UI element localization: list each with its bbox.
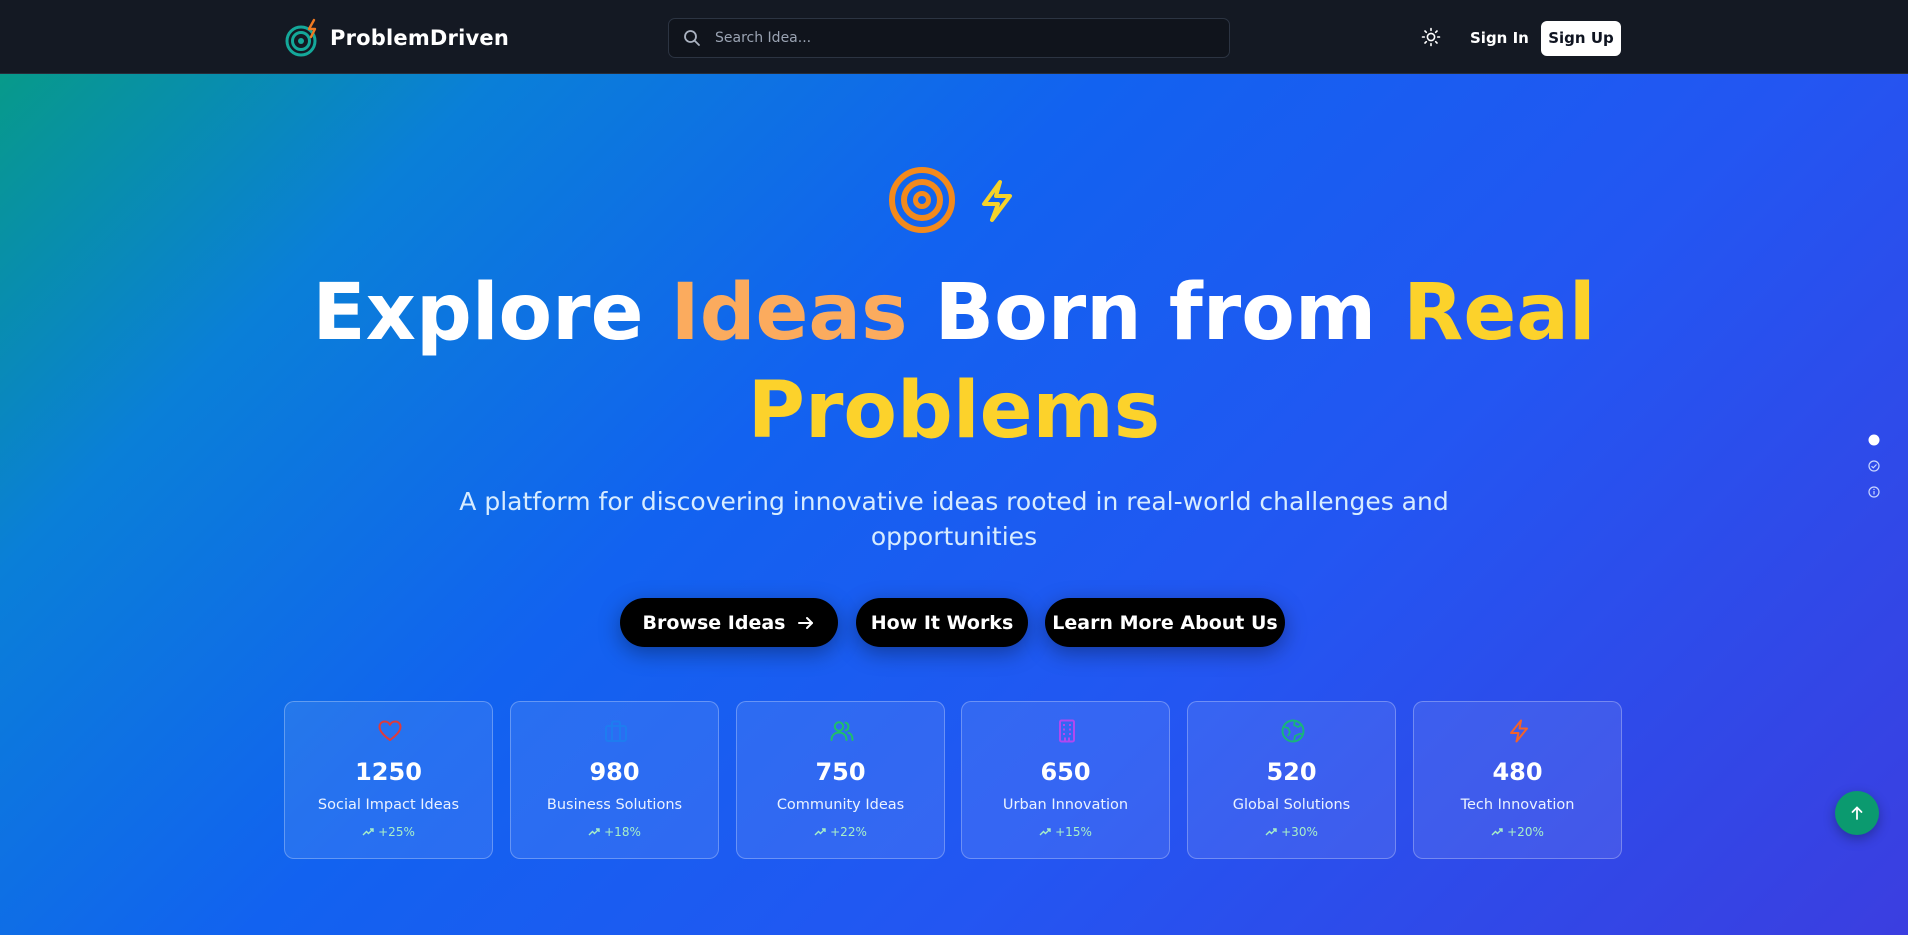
category-growth-value: +22% <box>830 825 867 839</box>
category-count: 650 <box>1040 758 1091 786</box>
category-growth-value: +20% <box>1507 825 1544 839</box>
brand-logo[interactable]: ProblemDriven <box>284 16 509 60</box>
headline-highlight-problems: Problems <box>747 366 1161 456</box>
learn-more-button[interactable]: Learn More About Us <box>1045 598 1285 647</box>
users-icon <box>830 721 854 741</box>
trending-up-icon <box>1039 828 1051 836</box>
search-icon <box>684 30 700 46</box>
category-label: Global Solutions <box>1232 797 1351 813</box>
heart-icon <box>378 720 402 741</box>
arrow-right-icon <box>798 616 814 629</box>
section-dot-active[interactable] <box>1868 434 1880 446</box>
trending-up-icon <box>362 828 374 836</box>
headline-part: Explore <box>312 268 671 358</box>
category-count: 750 <box>815 758 866 786</box>
target-bolt-icon <box>285 18 317 57</box>
category-card-community[interactable]: 750 Community Ideas +22% <box>736 701 945 859</box>
category-growth: +15% <box>962 825 1169 839</box>
section-dot-info-icon[interactable] <box>1868 486 1880 498</box>
category-growth-value: +15% <box>1055 825 1092 839</box>
top-navbar: ProblemDriven Sign In Sign Up <box>0 0 1908 74</box>
category-label: Community Ideas <box>776 797 905 813</box>
browse-ideas-button[interactable]: Browse Ideas <box>620 598 838 647</box>
hero-section: Explore Ideas Born from Real Problems A p… <box>0 74 1908 935</box>
category-card-business[interactable]: 980 Business Solutions +18% <box>510 701 719 859</box>
trending-up-icon <box>588 828 600 836</box>
category-card-tech[interactable]: 480 Tech Innovation +20% <box>1413 701 1622 859</box>
category-label: Urban Innovation <box>1002 797 1129 813</box>
theme-toggle-button[interactable] <box>1421 27 1441 47</box>
headline-highlight-ideas: Ideas <box>670 268 908 358</box>
category-count: 520 <box>1266 758 1317 786</box>
category-growth: +25% <box>285 825 492 839</box>
category-card-global[interactable]: 520 Global Solutions +30% <box>1187 701 1396 859</box>
sign-up-button[interactable]: Sign Up <box>1541 21 1621 56</box>
search-bar[interactable] <box>668 18 1230 58</box>
category-label: Tech Innovation <box>1460 797 1575 813</box>
section-nav-dots <box>1866 434 1882 512</box>
learn-more-label: Learn More About Us <box>1052 611 1278 634</box>
category-label: Business Solutions <box>546 797 683 813</box>
category-growth-value: +30% <box>1281 825 1318 839</box>
bolt-icon <box>1510 719 1528 743</box>
trending-up-icon <box>1265 828 1277 836</box>
category-growth-value: +25% <box>378 825 415 839</box>
scroll-to-top-button[interactable] <box>1835 791 1879 835</box>
category-count: 480 <box>1492 758 1543 786</box>
brand-name: ProblemDriven <box>330 26 509 50</box>
browse-ideas-label: Browse Ideas <box>642 611 786 634</box>
category-growth: +22% <box>737 825 944 839</box>
target-icon <box>889 167 955 233</box>
how-it-works-label: How It Works <box>870 611 1014 634</box>
category-growth: +30% <box>1188 825 1395 839</box>
hero-icon-group <box>889 167 1012 233</box>
category-label: Social Impact Ideas <box>317 797 460 813</box>
category-card-urban[interactable]: 650 Urban Innovation +15% <box>961 701 1170 859</box>
category-count: 1250 <box>355 758 422 786</box>
hero-headline: Explore Ideas Born from Real Problems <box>254 264 1654 460</box>
category-count: 980 <box>589 758 640 786</box>
headline-part: Born from <box>907 268 1404 358</box>
how-it-works-button[interactable]: How It Works <box>856 598 1028 647</box>
headline-highlight-real: Real <box>1403 268 1596 358</box>
sun-icon <box>1421 27 1441 47</box>
bolt-icon <box>982 180 1012 222</box>
arrow-up-icon <box>1851 806 1863 820</box>
section-dot-check-icon[interactable] <box>1868 460 1880 472</box>
category-card-social-impact[interactable]: 1250 Social Impact Ideas +25% <box>284 701 493 859</box>
hero-subtitle: A platform for discovering innovative id… <box>459 487 1449 551</box>
trending-up-icon <box>1491 828 1503 836</box>
trending-up-icon <box>814 828 826 836</box>
category-growth-value: +18% <box>604 825 641 839</box>
building-icon <box>1059 719 1075 743</box>
category-growth: +18% <box>511 825 718 839</box>
search-input[interactable] <box>713 29 1197 47</box>
briefcase-icon <box>605 720 627 742</box>
sign-in-button[interactable]: Sign In <box>1460 22 1539 54</box>
globe-icon <box>1281 719 1305 743</box>
category-growth: +20% <box>1414 825 1621 839</box>
